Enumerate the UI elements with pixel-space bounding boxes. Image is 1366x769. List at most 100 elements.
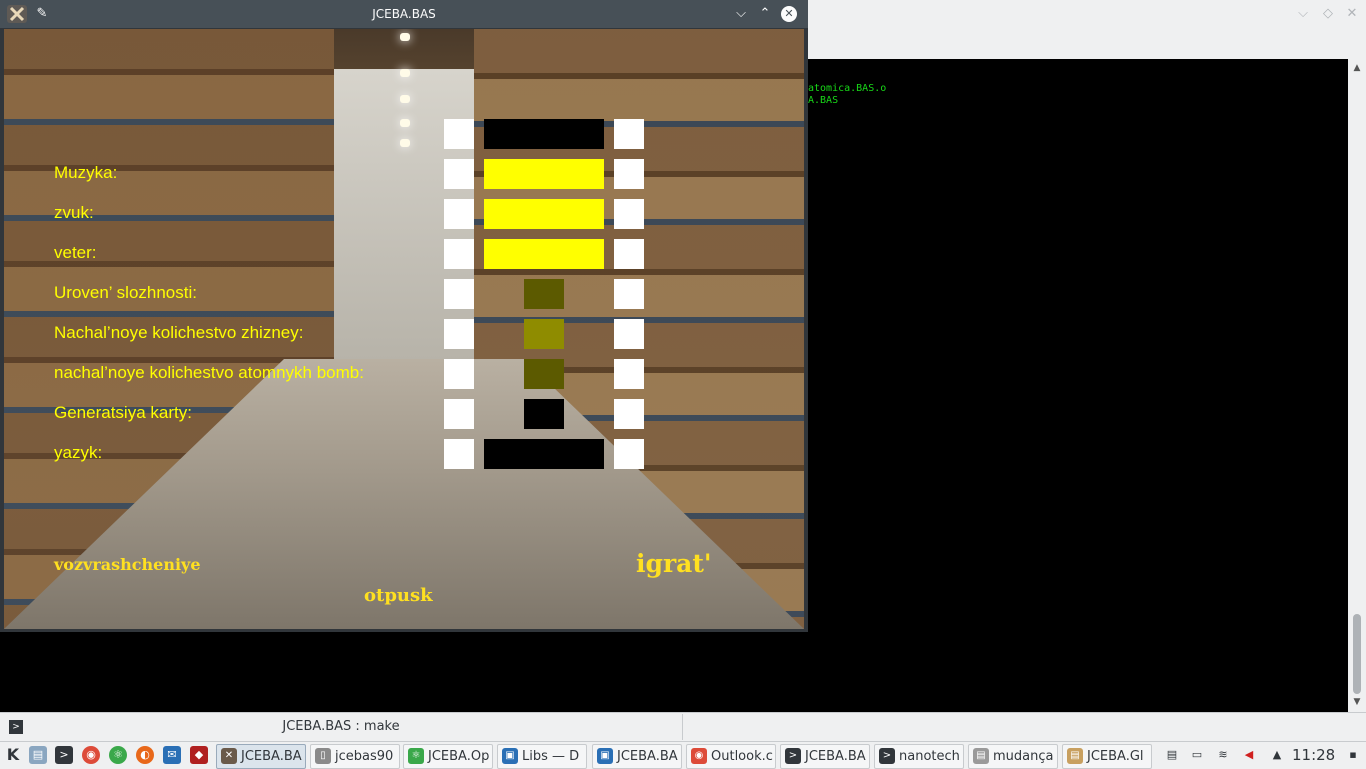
decrease-button[interactable] bbox=[444, 119, 474, 149]
taskbar-task[interactable]: ▤ mudança bbox=[968, 744, 1058, 769]
atom-icon: ⚛ bbox=[408, 748, 424, 764]
close-icon[interactable]: ✕ bbox=[781, 6, 797, 22]
label-difficulty: Uroven’ slozhnosti: bbox=[54, 283, 197, 302]
scrollbar-thumb[interactable] bbox=[1353, 614, 1361, 694]
wifi-icon[interactable]: ≋ bbox=[1214, 746, 1232, 764]
taskbar-task-label: JCEBA.BA bbox=[241, 749, 302, 764]
sound-decrease-button[interactable] bbox=[444, 199, 474, 229]
taskbar: K ▤ > ◉ ⚛ ◐ ✉ ◆ ✕ JCEBA.BA ▯ jcebas90 ⚛ JCEBA… bbox=[0, 741, 1366, 769]
terminal-icon: > bbox=[879, 748, 895, 764]
taskbar-task[interactable]: ◉ Outlook.c bbox=[686, 744, 776, 769]
label-music: Muzyka: bbox=[54, 163, 118, 182]
game-settings-screen: Muzyka: zvuk: veter: Uroven’ slozhnosti:… bbox=[4, 29, 804, 629]
bombs-value bbox=[524, 359, 564, 389]
taskbar-task[interactable]: ▣ Libs — D bbox=[497, 744, 587, 769]
play-button[interactable]: igrat' bbox=[636, 549, 712, 578]
minimize-icon[interactable]: ⌵ bbox=[733, 6, 749, 22]
desktop-icon[interactable]: ▤ bbox=[29, 746, 47, 764]
taskbar-task-label: JCEBA.BA bbox=[617, 749, 678, 764]
scroll-down-icon[interactable]: ▼ bbox=[1352, 697, 1362, 707]
window-titlebar[interactable]: ✎ JCEBA.BAS ⌵ ⌃ ✕ bbox=[0, 0, 808, 28]
taskbar-task[interactable]: ▯ jcebas90 bbox=[310, 744, 400, 769]
clipboard-icon[interactable]: ▤ bbox=[1163, 746, 1181, 764]
map-decrease-button[interactable] bbox=[444, 399, 474, 429]
taskbar-task-label: mudança bbox=[993, 749, 1054, 764]
taskbar-task[interactable]: ⚛ JCEBA.Op bbox=[403, 744, 493, 769]
terminal-output-background bbox=[0, 632, 806, 712]
language-decrease-button[interactable] bbox=[444, 439, 474, 469]
mail-icon[interactable]: ✉ bbox=[163, 746, 181, 764]
taskbar-task-label: Outlook.c bbox=[711, 749, 773, 764]
difficulty-increase-button[interactable] bbox=[614, 279, 644, 309]
taskbar-task[interactable]: ▤ JCEBA.Gl bbox=[1062, 744, 1152, 769]
firefox-icon[interactable]: ◐ bbox=[136, 746, 154, 764]
label-language: yazyk: bbox=[54, 443, 103, 462]
game-window: ✎ JCEBA.BAS ⌵ ⌃ ✕ Muzyka: zvuk: veter: U… bbox=[0, 0, 808, 632]
document-icon: ▯ bbox=[315, 748, 331, 764]
kde-menu-icon[interactable]: K bbox=[4, 746, 22, 764]
maximize-icon[interactable]: ⌃ bbox=[757, 6, 773, 22]
label-sound: zvuk: bbox=[54, 203, 94, 222]
window-title: JCEBA.BAS bbox=[372, 7, 436, 21]
language-increase-button[interactable] bbox=[614, 439, 644, 469]
difficulty-value bbox=[524, 279, 564, 309]
terminal-line: A.BAS bbox=[808, 95, 839, 106]
scroll-up-icon[interactable]: ▲ bbox=[1352, 63, 1362, 73]
taskbar-task[interactable]: ▣ JCEBA.BA bbox=[592, 744, 682, 769]
konsole-tab[interactable]: > JCEBA.BAS : make bbox=[0, 714, 683, 740]
wind-value bbox=[484, 239, 604, 269]
terminal-output[interactable]: atomica.BAS.o A.BAS bbox=[806, 59, 1348, 712]
bombs-increase-button[interactable] bbox=[614, 359, 644, 389]
lives-increase-button[interactable] bbox=[614, 319, 644, 349]
show-desktop-icon[interactable]: ▪ bbox=[1344, 746, 1362, 764]
taskbar-task[interactable]: > JCEBA.BA bbox=[780, 744, 870, 769]
taskbar-task-label: JCEBA.Op bbox=[428, 749, 490, 764]
maximize-icon[interactable]: ◇ bbox=[1320, 6, 1336, 22]
release-button[interactable]: otpusk bbox=[364, 585, 433, 606]
music-increase-button[interactable] bbox=[614, 159, 644, 189]
chrome-icon: ◉ bbox=[691, 748, 707, 764]
language-value bbox=[484, 439, 604, 469]
lives-decrease-button[interactable] bbox=[444, 319, 474, 349]
difficulty-decrease-button[interactable] bbox=[444, 279, 474, 309]
label-lives: Nachal’noye kolichestvo zhizney: bbox=[54, 323, 304, 342]
lives-value bbox=[524, 319, 564, 349]
terminal-icon[interactable]: > bbox=[55, 746, 73, 764]
konsole-tab-label: JCEBA.BAS : make bbox=[282, 719, 400, 734]
label-map-generation: Generatsiya karty: bbox=[54, 403, 192, 422]
terminal-window: ⌵ ◇ ✕ atomica.BAS.o A.BAS ▲ ▼ bbox=[806, 0, 1366, 712]
map-increase-button[interactable] bbox=[614, 399, 644, 429]
wind-decrease-button[interactable] bbox=[444, 239, 474, 269]
terminal-line: atomica.BAS.o bbox=[808, 83, 887, 94]
battery-icon[interactable]: ▭ bbox=[1188, 746, 1206, 764]
taskbar-task-label: nanotech bbox=[899, 749, 960, 764]
taskbar-task-label: jcebas90 bbox=[335, 749, 394, 764]
dota-icon[interactable]: ◆ bbox=[190, 746, 208, 764]
volume-muted-icon[interactable]: ◀ bbox=[1240, 746, 1258, 764]
terminal-icon: > bbox=[785, 748, 801, 764]
back-button[interactable]: vozvrashcheniye bbox=[54, 555, 201, 574]
terminal-scrollbar[interactable]: ▲ ▼ bbox=[1348, 59, 1366, 712]
music-decrease-button[interactable] bbox=[444, 159, 474, 189]
taskbar-task[interactable]: > nanotech bbox=[874, 744, 964, 769]
wind-increase-button[interactable] bbox=[614, 239, 644, 269]
label-bombs: nachal’noye kolichestvo atomnykh bomb: bbox=[54, 363, 364, 382]
taskbar-task-label: Libs — D bbox=[522, 749, 580, 764]
close-icon[interactable]: ✕ bbox=[1344, 6, 1360, 22]
clock[interactable]: 11:28 bbox=[1292, 742, 1335, 768]
chrome-icon[interactable]: ◉ bbox=[82, 746, 100, 764]
taskbar-task[interactable]: ✕ JCEBA.BA bbox=[216, 744, 306, 769]
music-value bbox=[484, 159, 604, 189]
map-value bbox=[524, 399, 564, 429]
expand-tray-icon[interactable]: ▲ bbox=[1268, 746, 1286, 764]
atom-icon[interactable]: ⚛ bbox=[109, 746, 127, 764]
sound-value bbox=[484, 199, 604, 229]
minimize-icon[interactable]: ⌵ bbox=[1295, 6, 1311, 22]
bombs-decrease-button[interactable] bbox=[444, 359, 474, 389]
option-value-0 bbox=[484, 119, 604, 149]
konsole-tab-bar: > JCEBA.BAS : make bbox=[0, 712, 1366, 741]
increase-button[interactable] bbox=[614, 119, 644, 149]
app-x-icon: ✕ bbox=[221, 748, 237, 764]
terminal-titlebar: ⌵ ◇ ✕ bbox=[806, 0, 1366, 28]
sound-increase-button[interactable] bbox=[614, 199, 644, 229]
